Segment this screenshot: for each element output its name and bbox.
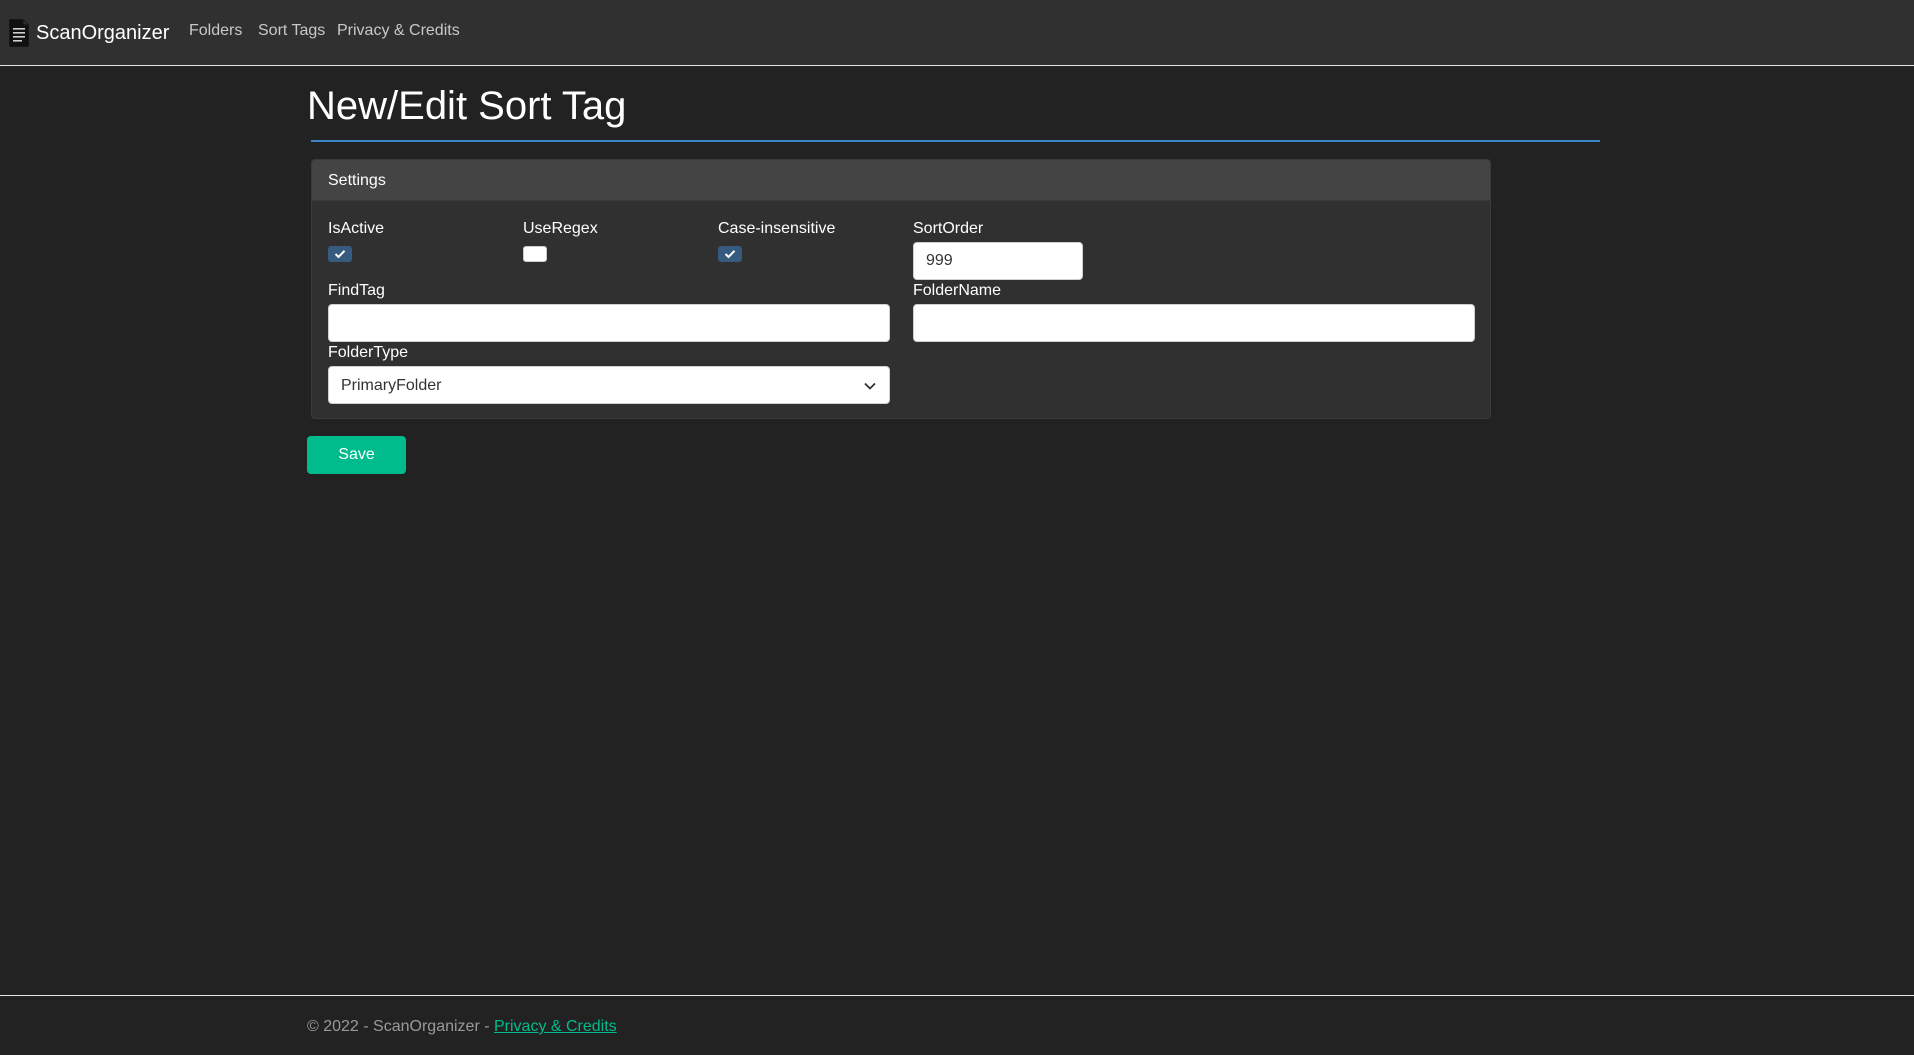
sort-order-label: SortOrder: [913, 220, 984, 237]
chevron-down-icon: [864, 382, 876, 390]
nav-link-privacy-credits[interactable]: Privacy & Credits: [337, 22, 460, 40]
find-tag-input[interactable]: [328, 304, 890, 342]
case-insensitive-label: Case-insensitive: [718, 220, 836, 237]
document-icon: [8, 19, 30, 47]
sort-order-input[interactable]: [913, 242, 1083, 280]
save-button[interactable]: Save: [307, 436, 406, 474]
folder-type-label: FolderType: [328, 344, 409, 361]
case-insensitive-checkbox[interactable]: [718, 246, 742, 262]
brand[interactable]: ScanOrganizer: [8, 18, 169, 48]
is-active-label: IsActive: [328, 220, 385, 237]
folder-type-select[interactable]: PrimaryFolder: [328, 366, 890, 404]
is-active-checkbox[interactable]: [328, 246, 352, 262]
brand-name[interactable]: ScanOrganizer: [36, 22, 169, 45]
folder-name-label: FolderName: [913, 282, 1002, 299]
title-divider: [311, 140, 1600, 142]
use-regex-label: UseRegex: [523, 220, 598, 237]
folder-name-input[interactable]: [913, 304, 1475, 342]
footer-text: © 2022 - ScanOrganizer - Privacy & Credi…: [307, 1018, 617, 1036]
nav-link-folders[interactable]: Folders: [189, 22, 242, 40]
card-header: Settings: [312, 160, 1490, 201]
use-regex-checkbox[interactable]: [523, 246, 547, 262]
folder-type-selected-value: PrimaryFolder: [341, 377, 442, 394]
nav-link-sort-tags[interactable]: Sort Tags: [258, 22, 325, 40]
find-tag-label: FindTag: [328, 282, 385, 299]
settings-card: Settings IsActive UseRegex Case-insensit…: [311, 159, 1491, 419]
page-title: New/Edit Sort Tag: [307, 84, 627, 128]
footer-copyright: © 2022 - ScanOrganizer -: [307, 1018, 494, 1035]
navbar: ScanOrganizer Folders Sort Tags Privacy …: [0, 0, 1914, 66]
footer-privacy-link[interactable]: Privacy & Credits: [494, 1018, 617, 1035]
check-icon: [724, 250, 736, 259]
check-icon: [334, 250, 346, 259]
footer: © 2022 - ScanOrganizer - Privacy & Credi…: [0, 995, 1914, 1055]
